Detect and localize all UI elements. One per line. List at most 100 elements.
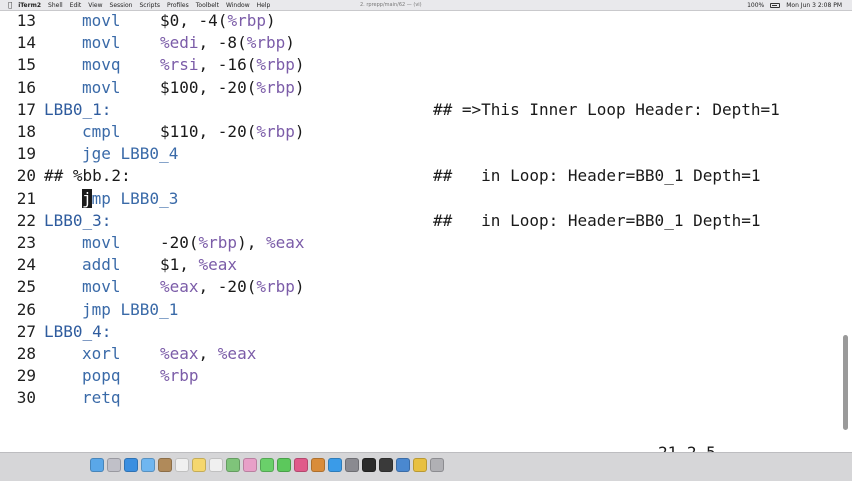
menu-toolbelt[interactable]: Toolbelt [196, 2, 219, 9]
xcode-icon[interactable] [396, 458, 410, 472]
operands: %eax, -20(%rbp) [160, 277, 305, 297]
appstore-icon[interactable] [328, 458, 342, 472]
code-line[interactable]: 17 LBB0_1: ## =>This Inner Loop Header: De… [0, 99, 840, 121]
code-line[interactable]: 24 addl $1, %eax [0, 254, 840, 276]
line-number: 23 [16, 233, 36, 252]
chrome-icon[interactable] [413, 458, 427, 472]
code-line[interactable]: 16 movl $100, -20(%rbp) [0, 77, 840, 99]
menu-scripts[interactable]: Scripts [139, 2, 160, 9]
instruction: movl [82, 77, 121, 97]
register: %eax [217, 344, 257, 363]
instruction: movl [82, 11, 121, 30]
operands: $1, %eax [160, 255, 238, 275]
itunes-icon[interactable] [294, 458, 308, 472]
dock-icons [90, 458, 447, 476]
code-line[interactable]: 15 movq %rsi, -16(%rbp) [0, 54, 840, 76]
menu-window[interactable]: Window [226, 2, 250, 9]
instruction: movl [82, 277, 121, 297]
battery-percent: 100% [747, 1, 765, 9]
line-number: 21 [16, 188, 36, 208]
operands: $0, -4(%rbp) [160, 11, 276, 30]
register: %eax [265, 233, 305, 252]
photos-icon[interactable] [243, 458, 257, 472]
code-line[interactable]: 30 retq [0, 387, 840, 409]
messages-icon[interactable] [260, 458, 274, 472]
line-number: 13 [16, 11, 36, 30]
code-line[interactable]: 26 jmp LBB0_1 [0, 299, 840, 321]
register: %rbp [256, 55, 295, 75]
menu-session[interactable]: Session [110, 2, 133, 9]
line-number: 18 [16, 122, 36, 141]
notes-icon[interactable] [192, 458, 206, 472]
instruction: retq [82, 388, 121, 408]
menu-shell[interactable]: Shell [48, 2, 63, 9]
reminders-icon[interactable] [209, 458, 223, 472]
menu-profiles[interactable]: Profiles [167, 2, 189, 9]
code-line[interactable]: 22 LBB0_3: ## in Loop: Header=BB0_1 Depth=… [0, 210, 840, 232]
line-number: 20 [16, 166, 36, 186]
line-number: 14 [16, 33, 36, 53]
line-number: 30 [16, 388, 36, 408]
menu-app-name[interactable]: iTerm2 [18, 2, 41, 9]
operands: %eax, %eax [160, 344, 257, 363]
code-line[interactable]: 29 popq %rbp [0, 365, 840, 387]
asm-label: LBB0_1: [44, 99, 112, 119]
instruction: cmpl [82, 122, 121, 141]
mail-icon[interactable] [141, 458, 155, 472]
terminal-icon[interactable] [362, 458, 376, 472]
code-line[interactable]: 21 jmp LBB0_3 [0, 188, 840, 210]
terminal-window[interactable]: 13 movl $0, -4(%rbp) 14 movl %edi, -8(%rbp) 15… [0, 10, 852, 452]
code-line[interactable]: 23 movl -20(%rbp), %eax [0, 232, 840, 254]
line-number: 19 [16, 144, 36, 164]
code-line[interactable]: 20 ## %bb.2: ## in Loop: Header=BB0_1 Dept… [0, 165, 840, 187]
code-line[interactable]: 14 movl %edi, -8(%rbp) [0, 32, 840, 54]
line-number: 17 [16, 99, 36, 119]
iterm-icon[interactable] [379, 458, 393, 472]
register: %eax [198, 255, 238, 275]
dock [0, 452, 852, 481]
calendar-icon[interactable] [175, 458, 189, 472]
status-area: 100% Mon Jun 3 2:08 PM [741, 0, 842, 10]
menu-view[interactable]: View [88, 2, 102, 9]
battery-icon[interactable] [770, 2, 781, 8]
register: %eax [160, 344, 199, 363]
trash-icon[interactable] [430, 458, 444, 472]
operands: %rbp [160, 365, 199, 387]
code-line[interactable]: 28 xorl %eax, %eax [0, 343, 840, 365]
code-line[interactable]: 25 movl %eax, -20(%rbp) [0, 276, 840, 298]
line-number: 25 [16, 277, 36, 297]
clock[interactable]: Mon Jun 3 2:08 PM [786, 2, 842, 9]
register: %rsi [160, 55, 199, 75]
instruction: popq [82, 366, 121, 386]
finder-icon[interactable] [90, 458, 104, 472]
maps-icon[interactable] [226, 458, 240, 472]
contacts-icon[interactable] [158, 458, 172, 472]
menu-edit[interactable]: Edit [70, 2, 82, 9]
text-cursor: j [82, 188, 92, 208]
facetime-icon[interactable] [277, 458, 291, 472]
line-number: 24 [16, 255, 36, 275]
code-line[interactable]: 18 cmpl $110, -20(%rbp) [0, 121, 840, 143]
menu-help[interactable]: Help [257, 2, 271, 9]
launchpad-icon[interactable] [107, 458, 121, 472]
code-line[interactable]: 27 LBB0_4: [0, 321, 840, 343]
register: %rbp [160, 366, 199, 386]
register: %edi [160, 33, 199, 53]
code-line[interactable]: 19 jge LBB0_4 [0, 143, 840, 165]
asm-comment: ## in Loop: Header=BB0_1 Depth=1 [433, 210, 761, 230]
preferences-icon[interactable] [345, 458, 359, 472]
asm-label: ## %bb.2: [44, 166, 131, 186]
operands: -20(%rbp), %eax [160, 233, 305, 252]
code-line[interactable]: 13 movl $0, -4(%rbp) [0, 10, 840, 32]
register: %rbp [227, 11, 266, 30]
apple-icon[interactable]:  [8, 1, 12, 9]
scrollbar[interactable] [843, 335, 848, 430]
asm-label: LBB0_4: [44, 321, 112, 341]
safari-icon[interactable] [124, 458, 138, 472]
operands: %edi, -8(%rbp) [160, 33, 295, 53]
ibooks-icon[interactable] [311, 458, 325, 472]
window-title: 2. rprepp/main/62 — (vi) [360, 2, 422, 8]
register: %rbp [256, 277, 295, 297]
line-number: 26 [16, 299, 36, 319]
register: %eax [160, 277, 199, 297]
